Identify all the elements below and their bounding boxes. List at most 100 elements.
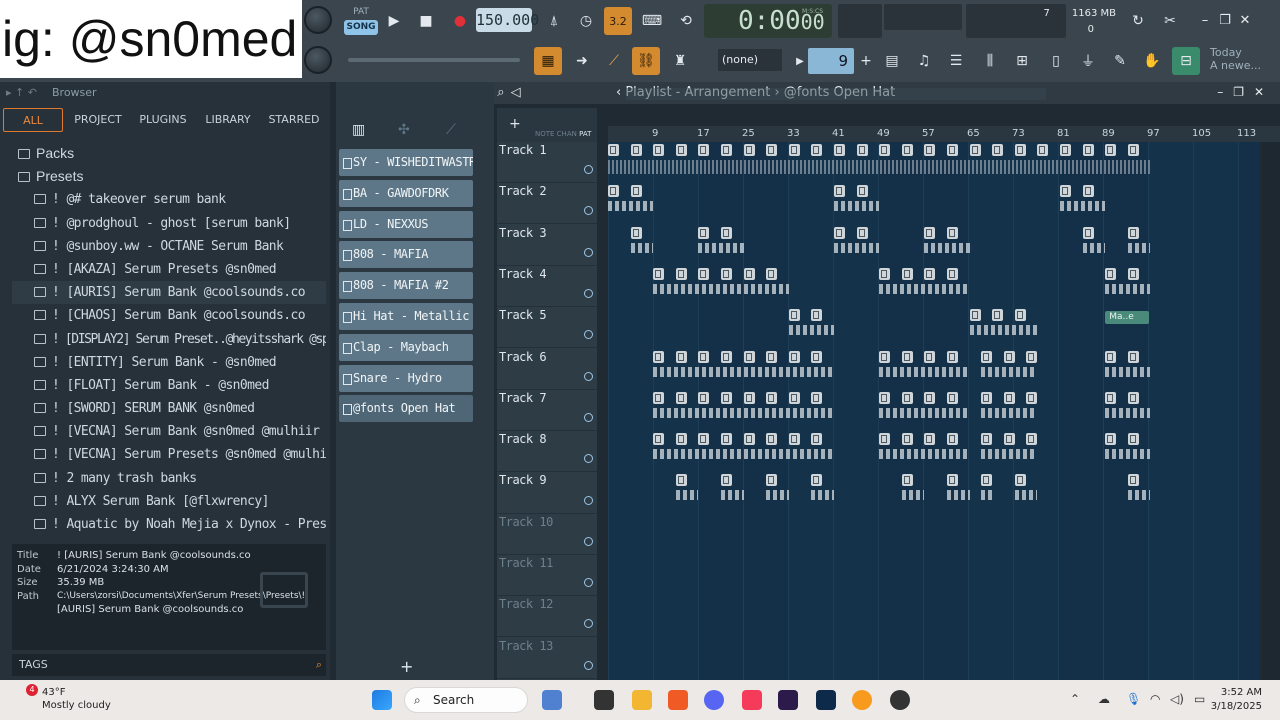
browser-nav-icon[interactable]: ▸ ↑ ↶ [6, 82, 37, 104]
tab-starred[interactable]: STARRED [264, 108, 324, 132]
brave-icon[interactable] [668, 690, 688, 710]
piano-roll-icon[interactable]: ♫ [910, 47, 938, 75]
list-item[interactable]: ! @sunboy.ww - OCTANE Serum Bank [12, 235, 326, 258]
photoshop-icon[interactable] [816, 690, 836, 710]
list-item[interactable]: ! [SWORD] SERUM BANK @sn0med [12, 397, 326, 420]
tool-icon[interactable]: ✂ [1156, 7, 1184, 35]
search-icon[interactable]: ⌕ [316, 654, 322, 676]
fl-studio-icon[interactable] [852, 690, 872, 710]
list-item[interactable]: ! [ENTITY] Serum Bank - @sn0med [12, 351, 326, 374]
stamp-icon[interactable]: ♜ [666, 47, 694, 75]
pat-song-toggle[interactable]: PAT SONG [344, 5, 378, 37]
play-button[interactable]: ▶ [380, 7, 408, 35]
network-icon[interactable]: ☁ [1098, 692, 1110, 706]
folder-presets[interactable]: Presets [12, 165, 326, 188]
battery-icon[interactable]: ▭ [1194, 692, 1205, 706]
task-view-icon[interactable] [594, 690, 614, 710]
wifi-icon[interactable]: ◠ [1150, 692, 1160, 706]
channel-item[interactable]: Snare - Hydro [339, 364, 473, 392]
countdown-icon[interactable]: ◷ [572, 7, 600, 35]
tab-all[interactable]: ALL [3, 108, 63, 132]
weather-widget[interactable]: 4 43°F Mostly cloudy [16, 684, 111, 712]
tab-project[interactable]: PROJECT [68, 108, 128, 132]
list-item[interactable]: ! [VECNA] Serum Bank @sn0med @mulhiir [12, 420, 326, 443]
list-item-selected[interactable]: ! [AURIS] Serum Bank @coolsounds.co [12, 281, 326, 305]
list-item[interactable]: ! [DISPLAY2] Serum Preset..@heyitsshark … [12, 328, 326, 351]
undo-icon[interactable]: ↻ [1124, 7, 1152, 35]
list-item[interactable]: ! [AKAZA] Serum Presets @sn0med [12, 258, 326, 281]
record-button[interactable]: ● [446, 7, 474, 35]
plugin-icon[interactable]: ⏚ [1074, 47, 1102, 75]
playlist-overview[interactable] [626, 88, 1046, 100]
mixer-icon[interactable]: ⫼ [976, 47, 1004, 75]
channel-rack-icon[interactable]: ☰ [942, 47, 970, 75]
tab-library[interactable]: LIBRARY [198, 108, 258, 132]
paint-icon[interactable]: ⟋ [600, 47, 628, 75]
typing-keyboard-icon[interactable]: ⌨ [638, 7, 666, 35]
tempo-display[interactable]: 150.000 [476, 8, 539, 32]
list-item[interactable]: ! [VECNA] Serum Presets @sn0med @mulhiir [12, 443, 326, 466]
tab-plugins[interactable]: PLUGINS [134, 108, 192, 132]
pattern-selector[interactable]: (none) [718, 49, 782, 71]
music-icon[interactable] [742, 690, 762, 710]
list-item[interactable]: ! ALYX Serum Bank [@flxwrency] [12, 490, 326, 513]
file-explorer-icon[interactable] [632, 690, 652, 710]
windows-start-icon[interactable] [372, 690, 392, 710]
brush-icon[interactable]: ✎ [1106, 47, 1134, 75]
system-clock[interactable]: 3:52 AM 3/18/2025 [1211, 686, 1262, 714]
song-mode[interactable]: SONG [344, 20, 378, 35]
hand-icon[interactable]: ✋ [1138, 47, 1166, 75]
tags-bar[interactable]: TAGS ⌕ [12, 654, 326, 676]
volume-icon[interactable]: ◁) [1170, 692, 1184, 706]
minimize-button[interactable]: – [1196, 12, 1214, 30]
widgets-icon[interactable] [542, 690, 562, 710]
list-item[interactable]: ! Aquatic by Noah Mejia x Dynox - Preset… [12, 513, 326, 536]
premiere-icon[interactable] [778, 690, 798, 710]
list-item[interactable]: ! @# takeover serum bank [12, 188, 326, 211]
list-item[interactable]: ! [FLOAT] Serum Bank - @sn0med [12, 374, 326, 397]
browser-icon[interactable]: ⊞ [1008, 47, 1036, 75]
audio-icon[interactable]: ⟋ [446, 122, 456, 138]
browser-list[interactable]: Packs Presets ! @# takeover serum bank !… [12, 142, 326, 537]
pat-mode[interactable]: PAT [344, 5, 378, 20]
list-item[interactable]: ! 2 many trash banks [12, 467, 326, 490]
channel-item[interactable]: @fonts Open Hat [339, 395, 473, 423]
file-icon[interactable]: ▯ [1042, 47, 1070, 75]
mic-icon[interactable]: 🎙 [1126, 692, 1141, 706]
shop-icon[interactable]: ⊟ [1172, 47, 1200, 75]
channel-item[interactable]: 808 - MAFIA #2 [339, 272, 473, 300]
automation-icon[interactable]: ✣ [398, 122, 410, 138]
pattern-snap-icon[interactable]: ▦ [534, 47, 562, 75]
pattern-number[interactable]: 9 [808, 48, 854, 74]
channel-item[interactable]: 808 - MAFIA [339, 241, 473, 269]
add-channel-button[interactable]: + [400, 657, 413, 676]
list-item[interactable]: ! @prodghoul - ghost [serum bank] [12, 212, 326, 235]
channel-item[interactable]: BA - GAWDOFDRK [339, 179, 473, 207]
channel-item[interactable]: Clap - Maybach [339, 333, 473, 361]
channel-item[interactable]: SY - WISHEDITWASTRUE [339, 149, 473, 176]
news-panel[interactable]: Today A newe... [1210, 46, 1261, 72]
channel-item[interactable]: Hi Hat - Metallic [339, 303, 473, 330]
chevron-up-icon[interactable]: ⌃ [1070, 692, 1080, 706]
list-item[interactable]: ! [CHAOS] Serum Bank @coolsounds.co [12, 304, 326, 327]
app-icon[interactable] [890, 690, 910, 710]
playlist-icon[interactable]: ▤ [878, 47, 906, 75]
piano-icon[interactable]: ▥ [352, 122, 365, 138]
metronome-icon[interactable]: ⍋ [540, 7, 568, 35]
arrow-right-icon[interactable]: ➜ [568, 47, 596, 75]
link-icon[interactable]: ⛓ [632, 47, 660, 75]
master-volume-knob[interactable] [304, 6, 332, 34]
playlist-window-controls[interactable]: –❐✕ [1217, 85, 1274, 99]
taskbar-search[interactable]: ⌕ Search [404, 687, 528, 713]
discord-icon[interactable] [704, 690, 724, 710]
folder-packs[interactable]: Packs [12, 142, 326, 165]
stop-button[interactable]: ■ [412, 7, 440, 35]
master-pitch-slider[interactable] [348, 58, 520, 62]
add-pattern-button[interactable]: + [852, 47, 880, 75]
loop-record-icon[interactable]: ⟲ [672, 7, 700, 35]
channel-item[interactable]: LD - NEXXUS [339, 210, 473, 238]
step-edit-button[interactable]: 3.2 [604, 7, 632, 35]
restore-button[interactable]: ❐ [1216, 12, 1234, 30]
master-pitch-knob[interactable] [304, 46, 332, 74]
close-button[interactable]: ✕ [1236, 12, 1254, 30]
